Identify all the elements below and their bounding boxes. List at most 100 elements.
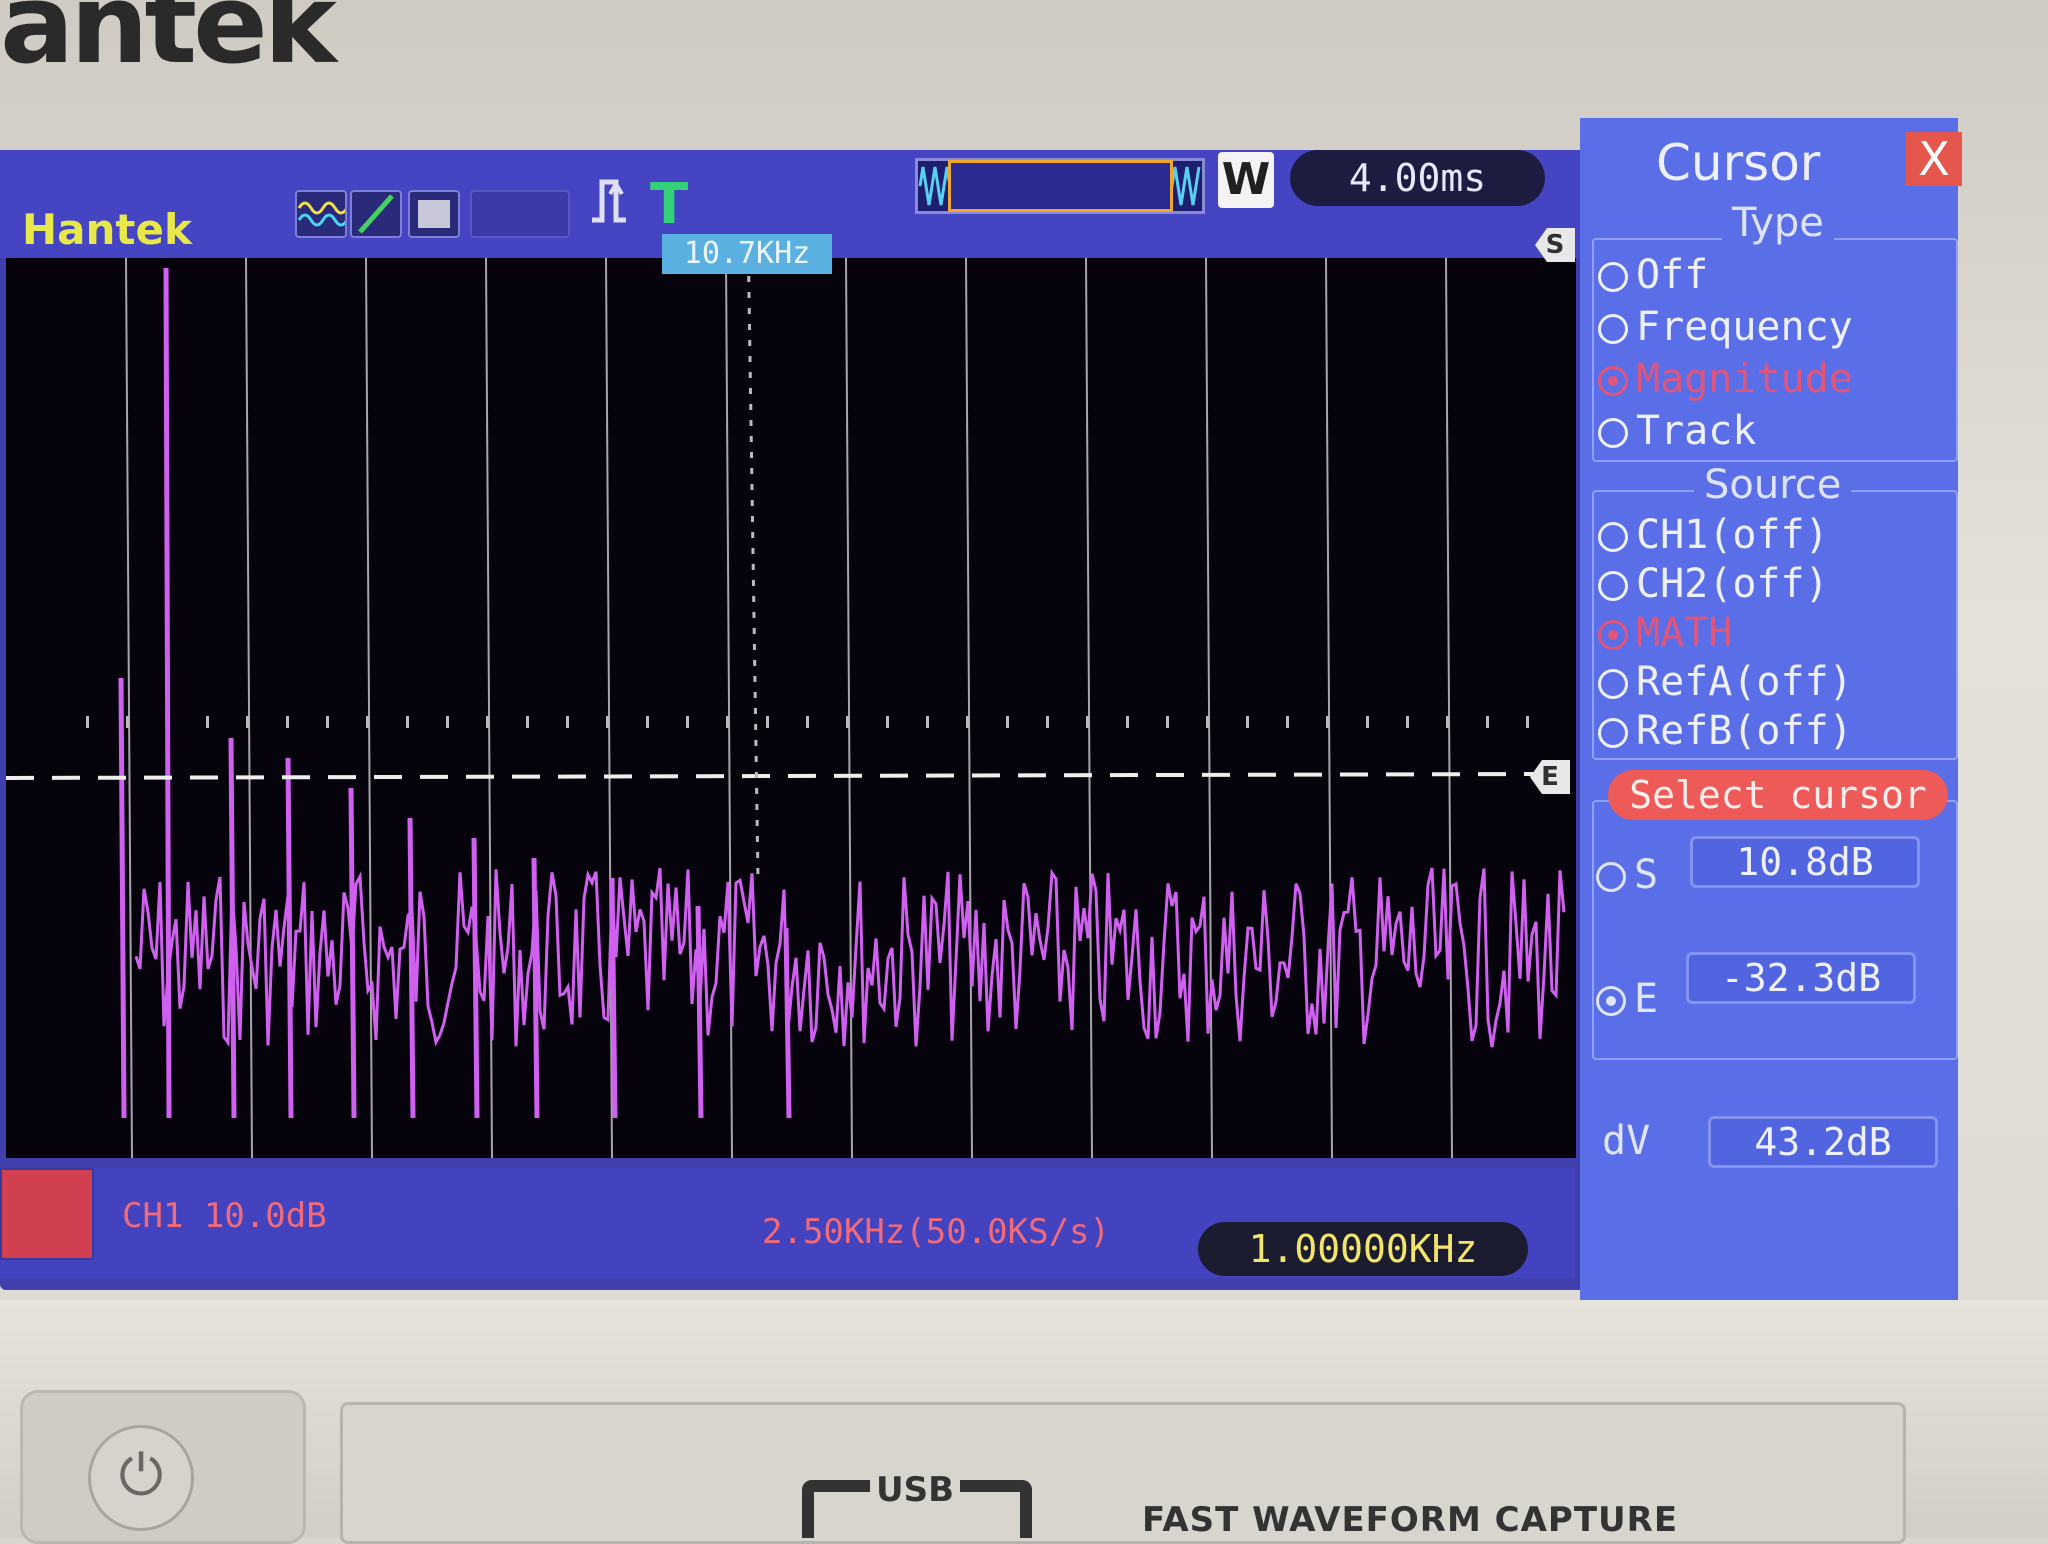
grid-dot — [526, 716, 529, 728]
grid-dot — [1286, 716, 1289, 728]
grid-dot — [806, 716, 809, 728]
source-option-refb-off[interactable]: RefB(off) — [1598, 708, 1853, 754]
radio-s-icon — [1596, 862, 1626, 892]
source-option-label: RefB(off) — [1636, 708, 1853, 754]
grid-dot — [606, 716, 609, 728]
type-option-off[interactable]: Off — [1598, 252, 1708, 298]
fast-capture-caption: FAST WAVEFORM CAPTURE — [1142, 1500, 1679, 1540]
grid-line — [245, 258, 253, 1158]
radio-icon — [1598, 571, 1628, 601]
cursor-e-option[interactable]: E — [1596, 976, 1658, 1022]
fft-trace — [118, 267, 1566, 1119]
type-option-magnitude[interactable]: Magnitude — [1598, 356, 1853, 402]
power-icon: ⏻ — [118, 1443, 164, 1508]
grid-line — [365, 258, 373, 1158]
grid-dot — [1406, 716, 1409, 728]
grid-dot — [406, 716, 409, 728]
grid-dot — [726, 716, 729, 728]
menu-title: Cursor — [1656, 134, 1821, 192]
fft-peak — [348, 787, 357, 1119]
grid-dot — [926, 716, 929, 728]
grid-dot — [326, 716, 329, 728]
ch1-badge[interactable] — [0, 1168, 94, 1260]
grid-dot — [206, 716, 209, 728]
shape-icon[interactable] — [408, 190, 460, 238]
cursor-s-label: S — [1634, 852, 1659, 898]
math-scale-readout: 2.50KHz(50.0KS/s) — [762, 1212, 1110, 1252]
type-option-frequency[interactable]: Frequency — [1598, 304, 1853, 350]
brand-top-text: antek — [0, 0, 337, 88]
grid-dot — [366, 716, 369, 728]
grid-dot — [966, 716, 969, 728]
grid-dot — [1086, 716, 1089, 728]
radio-icon — [1598, 669, 1628, 699]
trigger-t-icon: T — [650, 172, 689, 237]
radio-icon — [1598, 262, 1628, 292]
grid-line — [1085, 258, 1093, 1158]
trigger-level-area — [700, 172, 880, 222]
grid-line — [1445, 258, 1453, 1158]
math-wave-icon[interactable] — [295, 190, 349, 238]
grid-line — [125, 258, 133, 1158]
grid-dot — [846, 716, 849, 728]
radio-icon — [1598, 718, 1628, 748]
type-option-track[interactable]: Track — [1598, 408, 1756, 454]
trigger-frequency-readout: 1.00000KHz — [1198, 1222, 1528, 1276]
grid-dot — [246, 716, 249, 728]
source-heading: Source — [1694, 462, 1852, 508]
grid-dot — [1206, 716, 1209, 728]
grid-dot — [126, 716, 129, 728]
type-option-label: Track — [1636, 408, 1757, 454]
delta-v-value: 43.2dB — [1708, 1116, 1938, 1168]
grid-dot — [886, 716, 889, 728]
fft-peak — [118, 677, 127, 1119]
source-option-ch1-off[interactable]: CH1(off) — [1598, 512, 1829, 558]
source-option-label: MATH — [1636, 610, 1733, 656]
fft-peak — [163, 267, 172, 1119]
source-option-math[interactable]: MATH — [1598, 610, 1732, 656]
cursor-e-value: -32.3dB — [1686, 952, 1916, 1004]
cursor-frequency-label: 10.7KHz — [662, 234, 832, 274]
line-icon[interactable] — [350, 190, 402, 238]
delta-v-label: dV — [1602, 1118, 1651, 1164]
grid-dot — [1166, 716, 1169, 728]
grid-dot — [1526, 716, 1529, 728]
grid-dot — [1046, 716, 1049, 728]
grid — [86, 258, 1529, 1158]
grid-dot — [646, 716, 649, 728]
source-option-label: CH2(off) — [1636, 561, 1829, 607]
screen-logo: Hantek — [22, 205, 192, 254]
radio-icon — [1598, 366, 1628, 396]
ch1-scale-readout: CH1 10.0dB — [122, 1196, 327, 1236]
radio-e-icon — [1596, 986, 1626, 1016]
grid-dot — [1246, 716, 1249, 728]
fft-peak — [228, 737, 237, 1119]
close-button[interactable]: X — [1906, 132, 1962, 186]
source-option-label: CH1(off) — [1636, 512, 1829, 558]
w-badge[interactable]: W — [1218, 152, 1274, 208]
power-button[interactable]: ⏻ — [88, 1425, 194, 1531]
grid-dot — [766, 716, 769, 728]
grid-dot — [1006, 716, 1009, 728]
memory-view-window[interactable] — [948, 160, 1173, 212]
grid-dot — [686, 716, 689, 728]
cursor-vertical-line — [746, 258, 760, 879]
grid-dot — [1126, 716, 1129, 728]
waveform-display[interactable] — [6, 258, 1576, 1158]
grid-dot — [486, 716, 489, 728]
grid-line — [1325, 258, 1333, 1158]
source-option-ch2-off[interactable]: CH2(off) — [1598, 561, 1829, 607]
usb-label: USB — [870, 1470, 961, 1510]
trigger-edge-icon[interactable] — [588, 172, 648, 246]
type-heading: Type — [1722, 200, 1834, 246]
fft-peak — [407, 817, 416, 1119]
radio-icon — [1598, 418, 1628, 448]
grid-dot — [446, 716, 449, 728]
grid-dot — [566, 716, 569, 728]
fft-peak — [285, 757, 294, 1119]
cursor-s-option[interactable]: S — [1596, 852, 1658, 898]
grid-dot — [86, 716, 89, 728]
type-option-label: Frequency — [1636, 304, 1853, 350]
select-cursor-button[interactable]: Select cursor — [1608, 770, 1948, 820]
source-option-refa-off[interactable]: RefA(off) — [1598, 659, 1853, 705]
